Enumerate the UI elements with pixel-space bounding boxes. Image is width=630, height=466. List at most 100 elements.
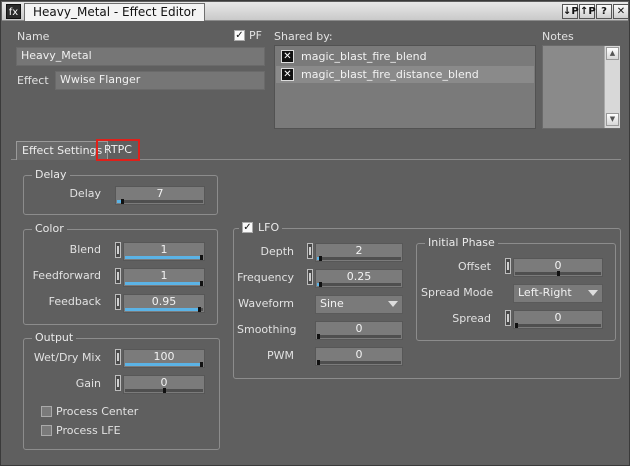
spread-value[interactable]: 0 [514,311,602,324]
tab-effect-settings[interactable]: Effect Settings [16,141,109,160]
delay-slider[interactable]: 7 [115,186,205,205]
spread-mode-dropdown[interactable]: Left-Right [513,284,603,303]
list-item[interactable]: ✕ magic_blast_fire_distance_blend [276,66,534,83]
feedback-label: Feedback [48,295,101,308]
delay-label: Delay [69,187,101,200]
delay-value[interactable]: 7 [116,187,204,200]
effect-editor-window: fx Heavy_Metal - Effect Editor ↓P ↑P ? ✕… [0,0,630,466]
list-item[interactable]: ✕ magic_blast_fire_blend [276,48,534,65]
feedforward-label: Feedforward [32,269,101,282]
pin-alt-icon[interactable]: ↑P [579,4,596,19]
notes-textarea[interactable]: ▲ ▼ [542,45,620,129]
slider-knob[interactable] [318,282,322,287]
frequency-label: Frequency [237,271,294,284]
rtpc-indicator-icon[interactable] [307,269,313,285]
waveform-value: Sine [320,297,344,310]
list-item-label: magic_blast_fire_blend [301,50,427,63]
process-lfe-checkbox[interactable] [41,425,52,436]
slider-knob[interactable] [556,271,560,276]
frequency-value[interactable]: 0.25 [316,270,402,283]
chevron-down-icon[interactable] [588,290,598,296]
initial-phase-group-title: Initial Phase [425,236,498,250]
tab-rtpc[interactable]: RTPC [96,139,140,161]
notes-label: Notes [542,30,574,43]
pwm-label: PWM [266,349,294,362]
chevron-down-icon[interactable] [388,301,398,307]
slider-knob[interactable] [200,362,203,367]
window-title[interactable]: Heavy_Metal - Effect Editor [24,3,205,21]
rtpc-indicator-icon[interactable] [115,375,121,391]
offset-label: Offset [457,260,491,273]
slider-knob[interactable] [162,388,166,393]
fx-icon: fx [6,4,21,19]
feedback-value[interactable]: 0.95 [124,295,204,308]
slider-knob[interactable] [317,334,320,339]
shared-by-label: Shared by: [274,30,333,43]
output-group-title: Output [32,331,77,345]
slider-knob[interactable] [121,199,125,204]
waveform-dropdown[interactable]: Sine [315,295,403,314]
notes-scrollbar[interactable]: ▲ ▼ [604,46,620,128]
blend-slider[interactable]: 1 [123,242,205,261]
spread-label: Spread [452,312,491,325]
depth-value[interactable]: 2 [316,244,402,257]
close-icon[interactable]: ✕ [613,4,629,19]
waveform-label: Waveform [238,297,294,310]
gain-label: Gain [75,377,101,390]
slider-knob[interactable] [200,255,203,260]
shared-by-list[interactable]: ✕ magic_blast_fire_blend ✕ magic_blast_f… [274,45,536,129]
process-center-label: Process Center [56,405,139,418]
slider-knob[interactable] [200,281,203,286]
feedforward-value[interactable]: 1 [124,269,204,282]
gain-slider[interactable]: 0 [123,375,205,394]
scroll-down-icon[interactable]: ▼ [606,113,619,126]
delay-group-title: Delay [32,168,70,182]
list-item-label: magic_blast_fire_distance_blend [301,68,479,81]
offset-slider[interactable]: 0 [513,258,603,277]
title-bar: fx Heavy_Metal - Effect Editor ↓P ↑P ? ✕ [2,2,629,21]
rtpc-indicator-icon[interactable] [505,258,511,274]
smoothing-slider[interactable]: 0 [315,321,403,340]
lfo-enable-checkbox[interactable]: ✓ [242,222,253,233]
pwm-value[interactable]: 0 [316,348,402,361]
frequency-slider[interactable]: 0.25 [315,269,403,288]
pwm-slider[interactable]: 0 [315,347,403,366]
wet-dry-mix-value[interactable]: 100 [124,350,204,363]
pf-label: PF [249,29,262,42]
rtpc-indicator-icon[interactable] [115,268,121,284]
process-lfe-label: Process LFE [56,424,121,437]
scroll-up-icon[interactable]: ▲ [606,47,619,60]
slider-knob[interactable] [198,307,202,312]
slider-knob[interactable] [318,256,322,261]
spread-slider[interactable]: 0 [513,310,603,329]
wet-dry-mix-slider[interactable]: 100 [123,349,205,368]
feedforward-slider[interactable]: 1 [123,268,205,287]
slider-knob[interactable] [515,323,518,328]
depth-label: Depth [260,245,294,258]
name-field[interactable]: Heavy_Metal [16,47,265,66]
color-group-title: Color [32,222,67,236]
slider-knob[interactable] [317,360,320,365]
fx-icon: ✕ [281,68,294,81]
spread-mode-value: Left-Right [518,286,572,299]
rtpc-indicator-icon[interactable] [115,294,121,310]
depth-slider[interactable]: 2 [315,243,403,262]
rtpc-indicator-icon[interactable] [115,242,121,258]
process-center-checkbox[interactable] [41,406,52,417]
blend-value[interactable]: 1 [124,243,204,256]
wet-dry-mix-label: Wet/Dry Mix [33,351,101,364]
help-icon[interactable]: ? [596,4,612,19]
spread-mode-label: Spread Mode [421,286,494,299]
rtpc-indicator-icon[interactable] [115,349,121,365]
pin-icon[interactable]: ↓P [562,4,579,19]
rtpc-indicator-icon[interactable] [505,310,511,326]
rtpc-indicator-icon[interactable] [307,243,313,259]
fx-icon: ✕ [281,50,294,63]
pf-checkbox[interactable]: ✓ [234,30,245,41]
smoothing-label: Smoothing [237,323,297,336]
effect-label: Effect [17,74,49,87]
feedback-slider[interactable]: 0.95 [123,294,205,313]
smoothing-value[interactable]: 0 [316,322,402,335]
name-label: Name [17,30,50,43]
effect-field[interactable]: Wwise Flanger [55,71,265,90]
